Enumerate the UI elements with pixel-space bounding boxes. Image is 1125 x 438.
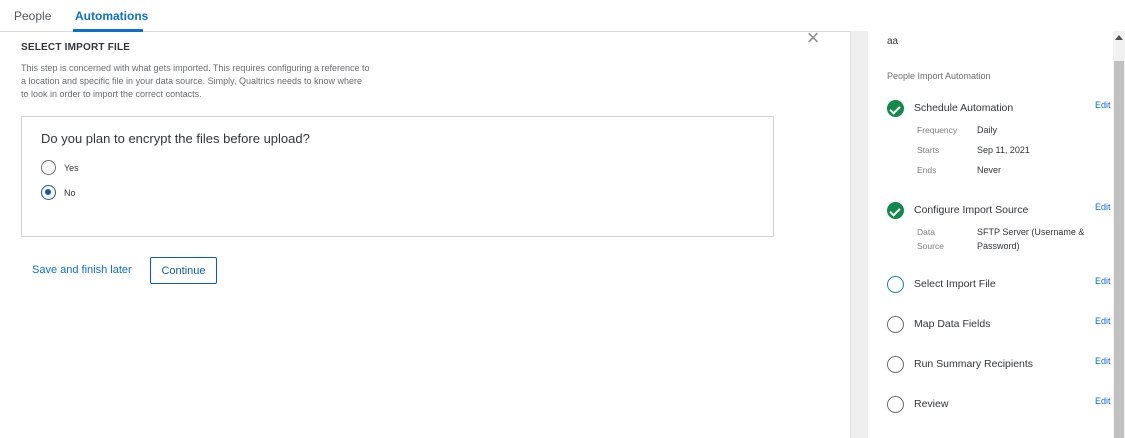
scroll-up-arrow-icon[interactable]	[1115, 35, 1123, 40]
edit-link[interactable]: Edit	[1095, 396, 1111, 406]
pending-step-circle-icon	[887, 396, 904, 413]
edit-link[interactable]: Edit	[1095, 202, 1111, 212]
description-line: a location and specific file in your dat…	[21, 76, 363, 86]
panel-scrollbar[interactable]	[1113, 31, 1125, 438]
description-line: This step is concerned with what gets im…	[21, 63, 370, 73]
radio-label: Yes	[64, 162, 79, 173]
radio-label: No	[64, 187, 76, 198]
detail-key: Starts	[917, 145, 940, 155]
section-title: SELECT IMPORT FILE	[21, 42, 131, 53]
radio-button-selected[interactable]	[41, 185, 56, 200]
scrollbar-thumb[interactable]	[1114, 61, 1124, 438]
detail-value: Daily	[977, 125, 998, 135]
continue-button[interactable]: Continue	[150, 257, 217, 284]
detail-key: Data Source	[917, 227, 944, 251]
step-label: Run Summary Recipients	[914, 358, 1034, 370]
description-line: to look in order to import the correct c…	[21, 89, 202, 99]
detail-key: Ends	[917, 165, 937, 175]
pending-step-circle-icon	[887, 356, 904, 373]
main-content: × SELECT IMPORT FILE This step is concer…	[0, 27, 850, 438]
tab-people[interactable]: People	[14, 9, 51, 23]
close-icon[interactable]: ×	[804, 27, 822, 49]
check-icon	[887, 202, 904, 219]
top-tabs: People Automations	[0, 0, 1125, 32]
edit-link[interactable]: Edit	[1095, 316, 1111, 326]
step-label: Map Data Fields	[914, 318, 991, 330]
automation-steps-panel: aa People Import Automation Schedule Aut…	[868, 31, 1113, 438]
panel-title: People Import Automation	[887, 71, 991, 81]
edit-link[interactable]: Edit	[1095, 356, 1111, 366]
step-label: Schedule Automation	[914, 102, 1014, 114]
tab-automations[interactable]: Automations	[75, 9, 148, 23]
detail-value: Never	[977, 165, 1002, 175]
step-label: Review	[914, 398, 949, 410]
radio-button[interactable]	[41, 160, 56, 175]
automation-name: aa	[887, 36, 899, 47]
save-and-finish-later-link[interactable]: Save and finish later	[32, 264, 132, 276]
current-step-circle-icon	[887, 276, 904, 293]
pending-step-circle-icon	[887, 316, 904, 333]
edit-link[interactable]: Edit	[1095, 276, 1111, 286]
radio-option-no[interactable]: No	[41, 185, 76, 200]
question-text: Do you plan to encrypt the files before …	[41, 131, 310, 146]
detail-key: Frequency	[917, 125, 958, 135]
radio-option-yes[interactable]: Yes	[41, 160, 79, 175]
check-icon	[887, 100, 904, 117]
step-label: Select Import File	[914, 278, 996, 290]
detail-value: SFTP Server (Username & Password)	[977, 227, 1085, 251]
step-label: Configure Import Source	[914, 204, 1029, 216]
edit-link[interactable]: Edit	[1095, 100, 1111, 110]
detail-value: Sep 11, 2021	[977, 145, 1030, 155]
section-description: This step is concerned with what gets im…	[21, 62, 426, 101]
question-card: Do you plan to encrypt the files before …	[21, 116, 774, 237]
panel-divider	[850, 31, 868, 438]
